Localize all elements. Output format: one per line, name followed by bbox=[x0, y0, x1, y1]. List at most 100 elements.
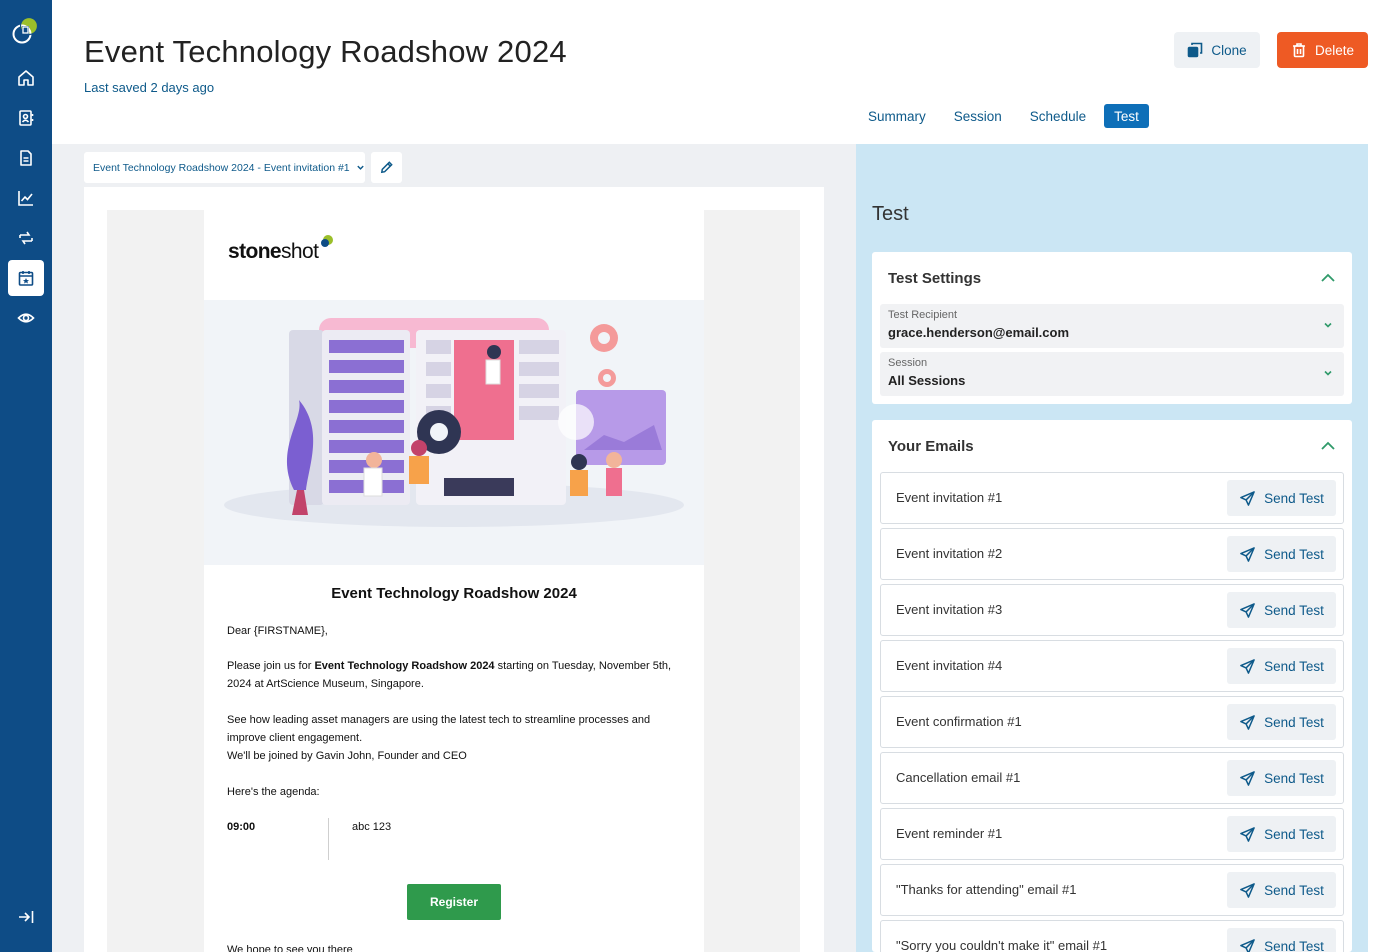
chevron-up-icon[interactable] bbox=[1320, 270, 1336, 286]
email-row-label: Event confirmation #1 bbox=[896, 714, 1022, 729]
send-test-button[interactable]: Send Test bbox=[1227, 480, 1336, 516]
send-test-button[interactable]: Send Test bbox=[1227, 928, 1336, 952]
tab-summary[interactable]: Summary bbox=[858, 104, 936, 128]
tab-bar: Summary Session Schedule Test bbox=[858, 104, 1149, 128]
expand-sidebar-icon bbox=[19, 911, 34, 923]
eye-icon bbox=[17, 313, 35, 323]
paper-plane-icon bbox=[1240, 882, 1255, 898]
paper-plane-icon bbox=[1240, 602, 1255, 618]
document-icon bbox=[20, 150, 32, 166]
email-select-value: Event Technology Roadshow 2024 - Event i… bbox=[93, 161, 350, 174]
paper-plane-icon bbox=[1240, 490, 1255, 506]
send-test-label: Send Test bbox=[1264, 714, 1324, 730]
page-title: Event Technology Roadshow 2024 bbox=[84, 34, 567, 69]
send-test-button[interactable]: Send Test bbox=[1227, 592, 1336, 628]
send-test-label: Send Test bbox=[1264, 770, 1324, 786]
email-paragraph-invite: Please join us for Event Technology Road… bbox=[227, 660, 672, 690]
email-row-label: Event reminder #1 bbox=[896, 826, 1003, 841]
line-chart-icon bbox=[18, 191, 33, 206]
paper-plane-icon bbox=[1240, 714, 1255, 730]
sidebar-item-automation[interactable] bbox=[8, 220, 44, 256]
delete-label: Delete bbox=[1314, 42, 1355, 58]
clone-icon bbox=[1188, 42, 1203, 58]
your-emails-title: Your Emails bbox=[888, 438, 974, 455]
contacts-book-icon bbox=[19, 110, 34, 126]
send-test-button[interactable]: Send Test bbox=[1227, 760, 1336, 796]
sidebar-item-documents[interactable] bbox=[8, 140, 44, 176]
sidebar-item-events[interactable] bbox=[8, 260, 44, 296]
email-row: Event reminder #1 Send Test bbox=[880, 808, 1344, 860]
email-row: Event invitation #1 Send Test bbox=[880, 472, 1344, 524]
send-test-button[interactable]: Send Test bbox=[1227, 872, 1336, 908]
trash-icon bbox=[1292, 43, 1305, 58]
email-body: stoneshot Event Technology Roadshow 2024… bbox=[204, 210, 704, 952]
email-row-label: "Thanks for attending" email #1 bbox=[896, 882, 1077, 897]
collapse-sidebar-button[interactable] bbox=[8, 899, 44, 935]
clone-button[interactable]: Clone bbox=[1174, 32, 1260, 68]
chevron-down-icon bbox=[1324, 322, 1332, 328]
chevron-up-icon[interactable] bbox=[1320, 438, 1336, 454]
email-row: Event invitation #2 Send Test bbox=[880, 528, 1344, 580]
send-test-label: Send Test bbox=[1264, 602, 1324, 618]
refresh-cycle-icon bbox=[19, 231, 33, 245]
email-row: Event confirmation #1 Send Test bbox=[880, 696, 1344, 748]
test-recipient-select[interactable]: Test Recipient grace.henderson@email.com bbox=[880, 304, 1344, 348]
session-label: Session bbox=[888, 357, 928, 369]
email-row-label: Event invitation #2 bbox=[896, 546, 1003, 561]
test-panel-title: Test bbox=[872, 203, 909, 225]
paper-plane-icon bbox=[1240, 826, 1255, 842]
email-row-label: "Sorry you couldn't make it" email #1 bbox=[896, 938, 1108, 952]
paper-plane-icon bbox=[1240, 546, 1255, 562]
send-test-label: Send Test bbox=[1264, 882, 1324, 898]
email-select-dropdown[interactable]: Event Technology Roadshow 2024 - Event i… bbox=[84, 152, 365, 183]
sidebar-item-home[interactable] bbox=[8, 60, 44, 96]
send-test-label: Send Test bbox=[1264, 658, 1324, 674]
email-row-label: Cancellation email #1 bbox=[896, 770, 1021, 785]
email-row: "Sorry you couldn't make it" email #1 Sen… bbox=[880, 920, 1344, 952]
email-row: Event invitation #4 Send Test bbox=[880, 640, 1344, 692]
email-row-label: Event invitation #1 bbox=[896, 490, 1003, 505]
email-row-label: Event invitation #3 bbox=[896, 602, 1003, 617]
test-settings-title: Test Settings bbox=[888, 270, 982, 287]
delete-button[interactable]: Delete bbox=[1277, 32, 1368, 68]
tab-session[interactable]: Session bbox=[944, 104, 1012, 128]
send-test-button[interactable]: Send Test bbox=[1227, 648, 1336, 684]
agenda-time: 09:00 bbox=[227, 821, 256, 833]
send-test-button[interactable]: Send Test bbox=[1227, 704, 1336, 740]
paper-plane-icon bbox=[1240, 938, 1255, 952]
email-paragraph-speaker: We'll be joined by Gavin John, Founder a… bbox=[227, 750, 467, 762]
send-test-label: Send Test bbox=[1264, 826, 1324, 842]
app-logo-icon[interactable] bbox=[11, 16, 41, 46]
chevron-down-icon bbox=[1324, 370, 1332, 376]
paper-plane-icon bbox=[1240, 658, 1255, 674]
send-test-label: Send Test bbox=[1264, 546, 1324, 562]
sidebar-item-contacts[interactable] bbox=[8, 100, 44, 136]
register-button[interactable]: Register bbox=[407, 884, 501, 920]
send-test-label: Send Test bbox=[1264, 490, 1324, 506]
email-paragraph-description: See how leading asset managers are using… bbox=[227, 714, 651, 744]
stoneshot-logo: stoneshot bbox=[228, 235, 333, 264]
email-closing-text: We hope to see you there bbox=[227, 944, 353, 952]
paper-plane-icon bbox=[1240, 770, 1255, 786]
edit-email-button[interactable] bbox=[371, 152, 402, 183]
session-select[interactable]: Session All Sessions bbox=[880, 352, 1344, 396]
agenda-divider bbox=[328, 818, 329, 860]
tab-schedule[interactable]: Schedule bbox=[1020, 104, 1096, 128]
your-emails-card: Your Emails Event invitation #1 Send Test… bbox=[872, 420, 1352, 952]
hero-illustration bbox=[204, 300, 704, 565]
chevron-down-icon bbox=[356, 165, 364, 170]
calendar-star-icon bbox=[18, 271, 34, 286]
email-row: Cancellation email #1 Send Test bbox=[880, 752, 1344, 804]
send-test-label: Send Test bbox=[1264, 938, 1324, 952]
session-value: All Sessions bbox=[888, 373, 966, 388]
pencil-icon bbox=[380, 161, 393, 174]
email-heading: Event Technology Roadshow 2024 bbox=[331, 585, 577, 602]
send-test-button[interactable]: Send Test bbox=[1227, 536, 1336, 572]
test-recipient-value: grace.henderson@email.com bbox=[888, 325, 1070, 340]
sidebar-item-analytics[interactable] bbox=[8, 180, 44, 216]
send-test-button[interactable]: Send Test bbox=[1227, 816, 1336, 852]
sidebar-item-preview[interactable] bbox=[8, 300, 44, 336]
sidebar bbox=[0, 0, 52, 952]
tab-test[interactable]: Test bbox=[1104, 104, 1149, 128]
email-row: Event invitation #3 Send Test bbox=[880, 584, 1344, 636]
